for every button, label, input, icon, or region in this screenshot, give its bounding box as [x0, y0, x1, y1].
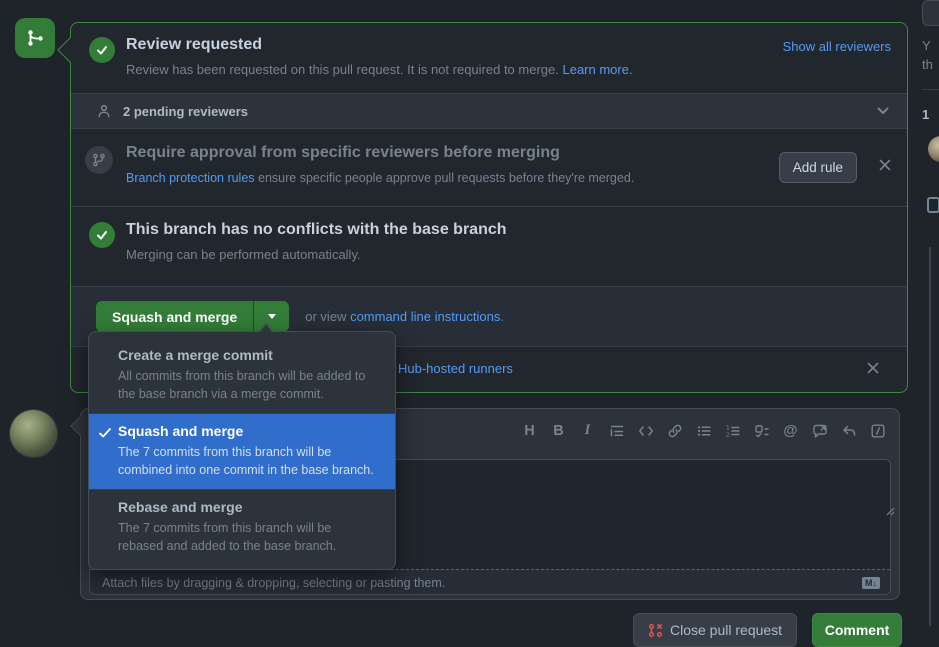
pending-reviewers-label: 2 pending reviewers — [123, 104, 248, 119]
review-requested-section: Review requested Review has been request… — [71, 23, 907, 93]
no-conflicts-title: This branch has no conflicts with the ba… — [126, 221, 507, 239]
show-all-reviewers-link[interactable]: Show all reviewers — [783, 39, 891, 54]
menu-item-create-merge-commit[interactable]: Create a merge commit All commits from t… — [89, 338, 395, 413]
comment-box-caret — [70, 416, 90, 436]
comment-button[interactable]: Comment — [812, 613, 902, 647]
sidebar-count-fragment: 1 — [922, 107, 929, 122]
task-list-icon[interactable] — [753, 422, 770, 439]
person-icon — [96, 103, 112, 119]
branch-protection-rules-link[interactable]: Branch protection rules — [126, 171, 255, 185]
svg-text:1: 1 — [726, 424, 730, 431]
chevron-down-icon[interactable] — [877, 107, 889, 115]
git-merge-icon — [15, 18, 55, 58]
branch-protection-section: Require approval from specific reviewers… — [71, 129, 907, 206]
sidebar-vertical-divider — [929, 247, 931, 626]
sidebar-divider — [922, 89, 939, 90]
unordered-list-icon[interactable] — [695, 422, 712, 439]
add-rule-button[interactable]: Add rule — [779, 152, 857, 183]
command-line-instructions-link[interactable]: command line instructions — [350, 309, 500, 324]
mention-icon[interactable]: @ — [782, 422, 799, 439]
sidebar-button-fragment[interactable] — [922, 0, 939, 26]
no-conflicts-description: Merging can be performed automatically. — [126, 247, 361, 262]
sidebar-text-fragment: Y — [922, 38, 931, 53]
slash-commands-icon[interactable] — [869, 422, 886, 439]
review-requested-description: Review has been requested on this pull r… — [126, 62, 633, 77]
git-branch-icon — [85, 146, 113, 174]
link-icon[interactable] — [666, 422, 683, 439]
cli-instructions-text: or view command line instructions. — [305, 309, 504, 324]
merge-method-dropdown: Create a merge commit All commits from t… — [88, 331, 396, 570]
no-conflicts-section: This branch has no conflicts with the ba… — [71, 206, 907, 286]
close-pull-request-label: Close pull request — [670, 622, 782, 638]
branch-protection-title: Require approval from specific reviewers… — [126, 144, 560, 162]
ordered-list-icon[interactable]: 12 — [724, 422, 741, 439]
markdown-icon[interactable]: M↓ — [862, 577, 880, 589]
caret-down-icon — [268, 314, 276, 319]
svg-text:2: 2 — [726, 432, 730, 439]
check-circle-icon — [89, 37, 115, 63]
squash-and-merge-button[interactable]: Squash and merge — [96, 301, 253, 332]
code-icon[interactable] — [637, 422, 654, 439]
reply-icon[interactable] — [840, 422, 857, 439]
cross-reference-icon[interactable] — [811, 422, 828, 439]
review-requested-title: Review requested — [126, 36, 262, 54]
pr-closed-icon — [648, 623, 663, 638]
heading-icon[interactable]: H — [521, 422, 538, 439]
sidebar-avatar[interactable] — [928, 136, 939, 162]
italic-icon[interactable]: I — [579, 422, 596, 439]
menu-item-squash-and-merge[interactable]: Squash and merge The 7 commits from this… — [89, 413, 395, 489]
dismiss-protection-icon[interactable] — [878, 158, 892, 172]
avatar — [10, 410, 57, 457]
markdown-toolbar: H B I 12 @ — [521, 422, 886, 439]
attach-files-hint: Attach files by dragging & dropping, sel… — [102, 576, 445, 590]
pending-reviewers-row[interactable]: 2 pending reviewers — [71, 93, 907, 129]
menu-item-rebase-and-merge[interactable]: Rebase and merge The 7 commits from this… — [89, 489, 395, 565]
dismiss-notice-icon[interactable] — [866, 361, 880, 375]
sidebar-text-fragment: th — [922, 57, 933, 72]
resize-grip-icon[interactable] — [884, 505, 895, 516]
sidebar-icon-fragment — [927, 197, 939, 213]
quote-icon[interactable] — [608, 422, 625, 439]
check-icon — [98, 426, 112, 440]
attach-files-bar[interactable]: Attach files by dragging & dropping, sel… — [90, 569, 890, 595]
close-pull-request-button[interactable]: Close pull request — [633, 613, 797, 647]
learn-more-link[interactable]: Learn more. — [562, 62, 632, 77]
hosted-runners-link[interactable]: Hub-hosted runners — [398, 361, 513, 376]
bold-icon[interactable]: B — [550, 422, 567, 439]
branch-protection-description: Branch protection rules ensure specific … — [126, 171, 634, 185]
check-circle-icon — [89, 222, 115, 248]
